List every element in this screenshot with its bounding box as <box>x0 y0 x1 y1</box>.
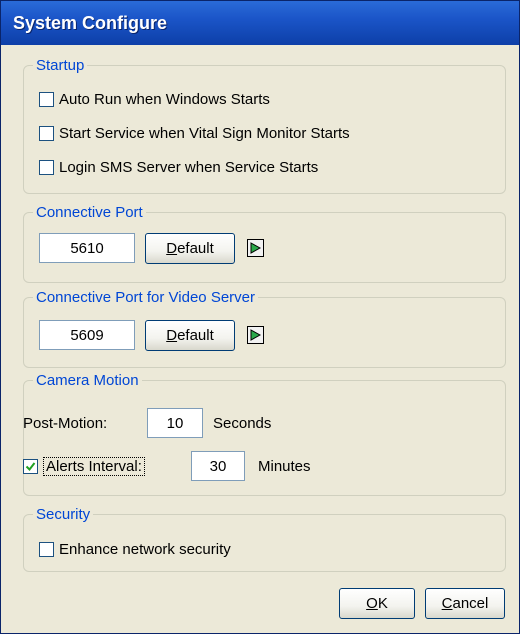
cancel-rest: ancel <box>452 595 489 612</box>
start-service-label: Start Service when Vital Sign Monitor St… <box>59 125 350 142</box>
post-motion-input[interactable]: 10 <box>147 408 203 438</box>
system-configure-dialog: System Configure Startup Auto Run when W… <box>0 0 520 634</box>
auto-run-label: Auto Run when Windows Starts <box>59 91 270 108</box>
connective-port-play-button[interactable] <box>247 239 264 257</box>
default-mnemonic: D <box>166 240 178 257</box>
video-port-play-button[interactable] <box>247 326 264 344</box>
connective-port-default-button[interactable]: Default <box>145 233 235 264</box>
cancel-mnemonic: C <box>441 595 453 612</box>
alerts-interval-option[interactable]: Alerts Interval: <box>23 457 145 476</box>
play-arrow-icon <box>250 329 261 341</box>
default-rest: efault <box>177 240 214 257</box>
alerts-interval-label: Alerts Interval: <box>43 457 145 476</box>
startup-legend: Startup <box>36 57 85 74</box>
ok-rest: K <box>377 595 388 612</box>
default-mnemonic: D <box>166 327 178 344</box>
auto-run-option[interactable]: Auto Run when Windows Starts <box>39 91 270 108</box>
alerts-interval-input[interactable]: 30 <box>191 451 245 481</box>
connective-port-legend: Connective Port <box>36 204 143 221</box>
checkmark-icon <box>25 462 36 472</box>
enhance-security-option[interactable]: Enhance network security <box>39 541 231 558</box>
video-port-input[interactable]: 5609 <box>39 320 135 350</box>
enhance-security-checkbox[interactable] <box>39 542 54 557</box>
start-service-checkbox[interactable] <box>39 126 54 141</box>
window-title: System Configure <box>1 1 519 45</box>
alerts-interval-checkbox[interactable] <box>23 459 38 474</box>
connective-port-input[interactable]: 5610 <box>39 233 135 263</box>
auto-run-checkbox[interactable] <box>39 92 54 107</box>
cancel-button[interactable]: Cancel <box>425 588 505 619</box>
post-motion-label: Post-Motion: <box>23 415 108 432</box>
default-rest: efault <box>177 327 214 344</box>
start-service-option[interactable]: Start Service when Vital Sign Monitor St… <box>39 125 350 142</box>
play-arrow-icon <box>250 242 261 254</box>
post-motion-unit: Seconds <box>213 415 272 432</box>
ok-mnemonic: O <box>366 595 378 612</box>
security-group: Security <box>23 506 506 572</box>
video-port-default-button[interactable]: Default <box>145 320 235 351</box>
login-sms-label: Login SMS Server when Service Starts <box>59 159 319 176</box>
camera-motion-legend: Camera Motion <box>36 372 139 389</box>
security-legend: Security <box>36 506 91 523</box>
video-port-legend: Connective Port for Video Server <box>36 289 256 306</box>
camera-motion-group: Camera Motion <box>23 372 506 496</box>
login-sms-checkbox[interactable] <box>39 160 54 175</box>
enhance-security-label: Enhance network security <box>59 541 231 558</box>
login-sms-option[interactable]: Login SMS Server when Service Starts <box>39 159 318 176</box>
alerts-interval-unit: Minutes <box>258 458 311 475</box>
ok-button[interactable]: OK <box>339 588 415 619</box>
